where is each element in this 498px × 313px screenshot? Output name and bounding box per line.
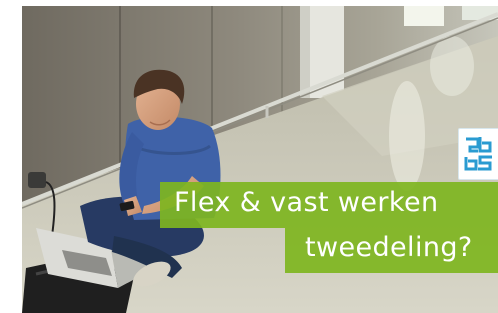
headline-line-1-bar: Flex & vast werken [160, 182, 498, 228]
headline-line-2: tweedeling? [305, 232, 473, 263]
cbs-logo [458, 128, 498, 180]
headline-line-2-bar: tweedeling? [285, 228, 498, 273]
cbs-logo-icon [464, 137, 492, 171]
headline-line-1: Flex & vast werken [174, 187, 439, 218]
banner-image: Flex & vast werken tweedeling? [0, 0, 498, 313]
